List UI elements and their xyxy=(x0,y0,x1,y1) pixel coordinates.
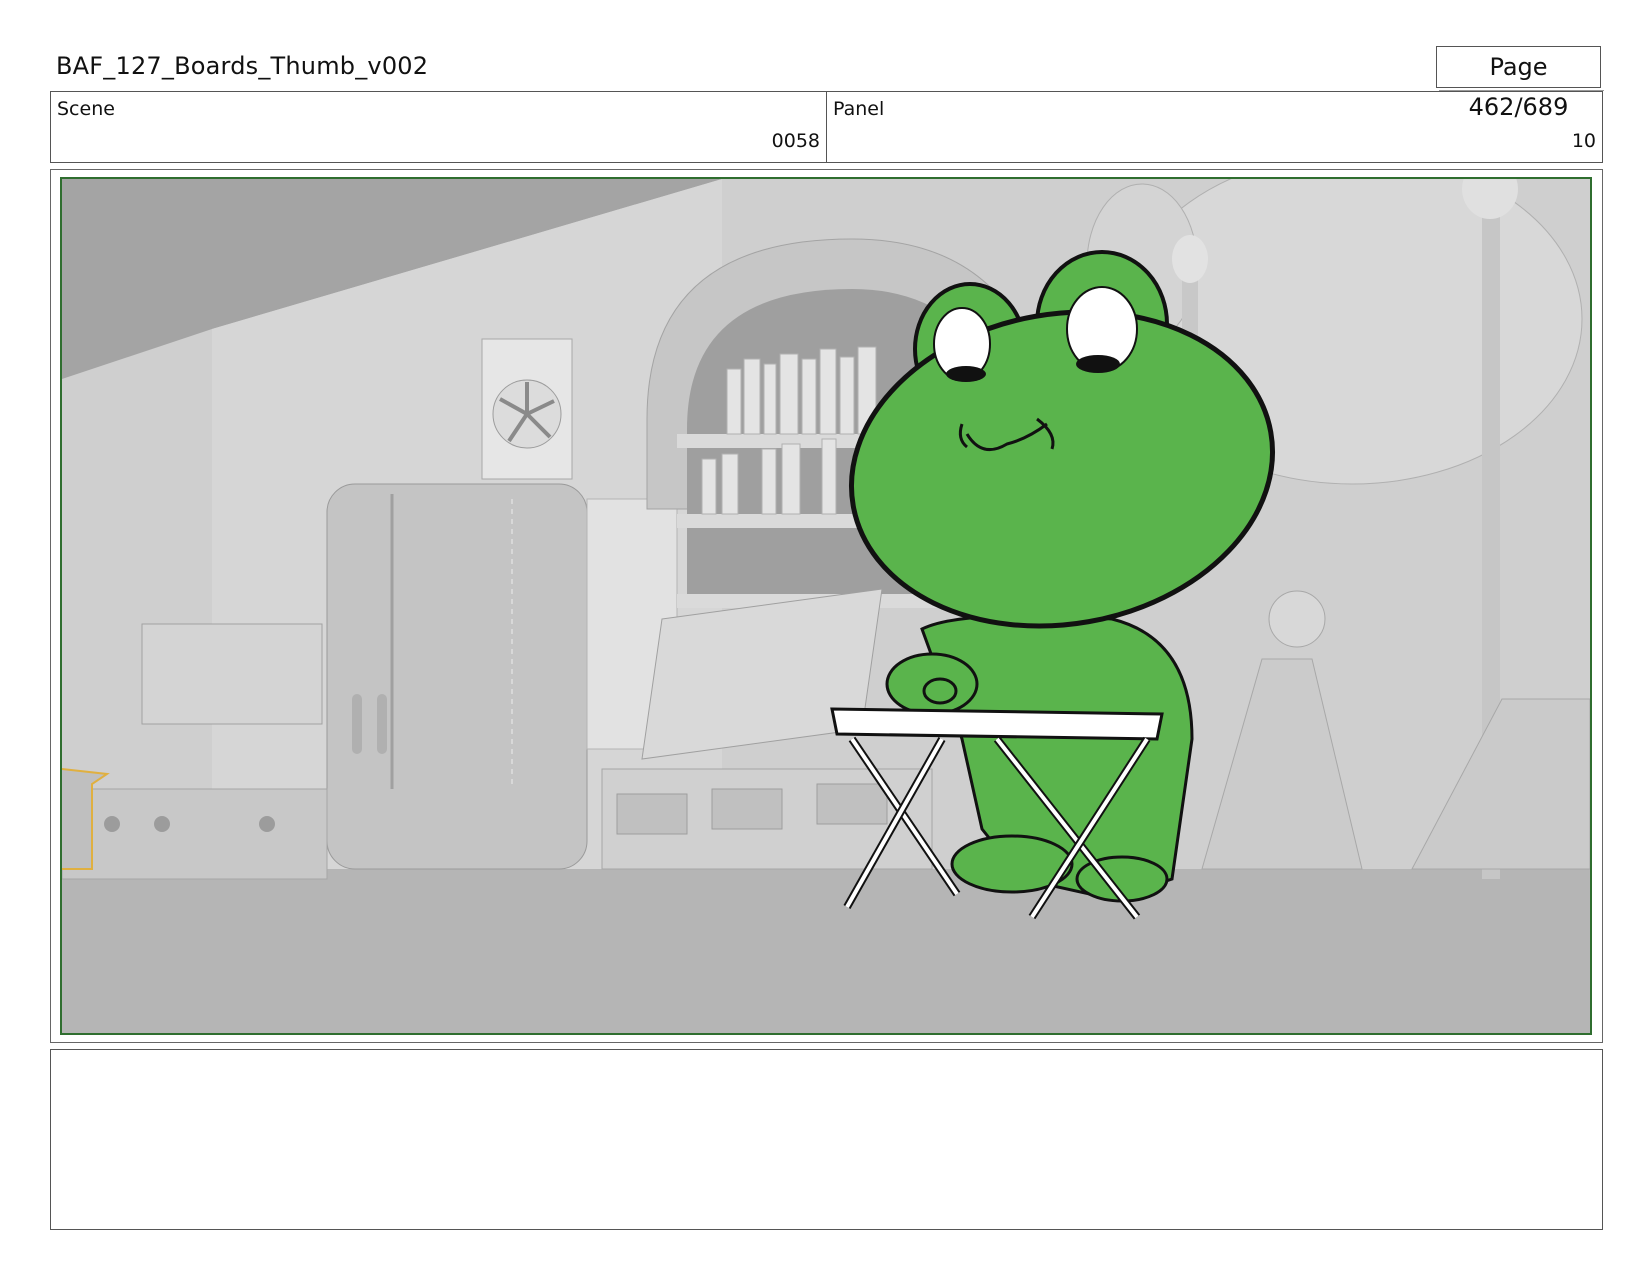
scene-label: Scene xyxy=(57,98,115,120)
page-number: Page 462/689 xyxy=(1436,46,1604,121)
panel-label: Panel xyxy=(833,98,885,120)
kitchen-background xyxy=(62,179,1590,1033)
storyboard-image xyxy=(60,177,1592,1035)
panel-cell: Panel 10 xyxy=(827,92,1602,162)
scene-cell: Scene 0058 xyxy=(51,92,827,162)
panel-number: 10 xyxy=(1571,130,1596,152)
notes-box xyxy=(50,1049,1603,1230)
document-title: BAF_127_Boards_Thumb_v002 xyxy=(56,52,429,80)
scene-number: 0058 xyxy=(771,130,820,152)
scene-panel-row: Scene 0058 Panel 10 xyxy=(50,91,1603,163)
